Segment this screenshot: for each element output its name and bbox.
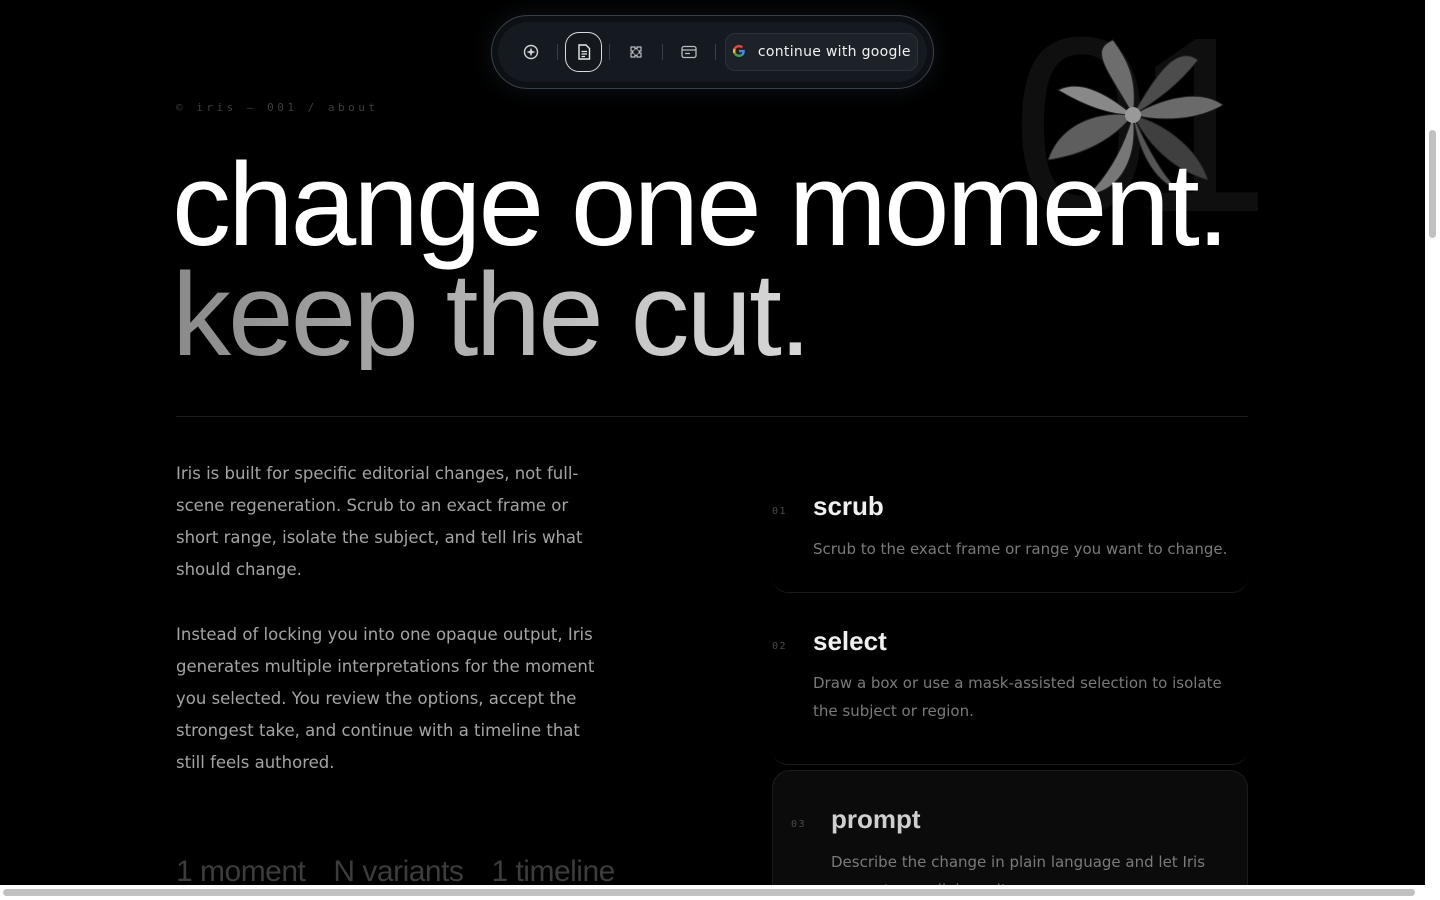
nav-separator xyxy=(662,44,664,60)
page: 01 xyxy=(0,0,1440,900)
stat-moment: 1 moment xyxy=(176,855,306,888)
intro-paragraph: Iris is built for specific editorial cha… xyxy=(176,464,583,579)
page-headline: change one moment. keep the cut. xyxy=(172,139,1230,374)
horizontal-scrollbar-thumb[interactable] xyxy=(3,889,1415,896)
step-title: scrub xyxy=(813,491,884,521)
step-scrub: 01 scrub Scrub to the exact frame or ran… xyxy=(772,470,1248,593)
headline-line-2: keep the cut. xyxy=(172,256,1227,374)
step-number: 01 xyxy=(772,506,788,517)
step-number: 03 xyxy=(791,819,807,830)
continue-with-google-button[interactable]: continue with google xyxy=(724,33,918,71)
step-select: 02 select Draw a box or use a mask-assis… xyxy=(772,605,1248,765)
step-description: Draw a box or use a mask-assisted select… xyxy=(813,674,1222,720)
nav-separator xyxy=(609,44,611,60)
document-icon[interactable] xyxy=(564,32,603,72)
top-nav-pill: continue with google xyxy=(491,15,934,89)
breadcrumb: © iris — 001 / about xyxy=(176,101,379,114)
step-title: select xyxy=(813,626,887,656)
detail-paragraph: Instead of locking you into one opaque o… xyxy=(176,625,595,772)
google-button-label: continue with google xyxy=(757,44,911,60)
vertical-scrollbar-thumb[interactable] xyxy=(1429,130,1436,238)
nav-separator xyxy=(714,44,716,60)
stat-timeline: 1 timeline xyxy=(491,855,615,888)
step-number: 02 xyxy=(772,641,788,652)
headline-line-1: change one moment. xyxy=(172,139,1230,271)
google-icon xyxy=(732,44,746,61)
browser-window-icon[interactable] xyxy=(670,32,708,72)
compass-icon[interactable] xyxy=(512,32,550,72)
puzzle-icon[interactable] xyxy=(617,32,655,72)
divider xyxy=(176,416,1248,417)
step-prompt: 03 prompt Describe the change in plain l… xyxy=(772,770,1248,900)
stats-row: 1 moment N variants 1 timeline xyxy=(176,855,615,889)
step-title: prompt xyxy=(831,804,921,834)
step-description: Scrub to the exact frame or range you wa… xyxy=(813,540,1228,558)
stat-variants: N variants xyxy=(333,855,464,888)
nav-separator xyxy=(556,44,558,60)
steps-list: 01 scrub Scrub to the exact frame or ran… xyxy=(772,470,1248,765)
